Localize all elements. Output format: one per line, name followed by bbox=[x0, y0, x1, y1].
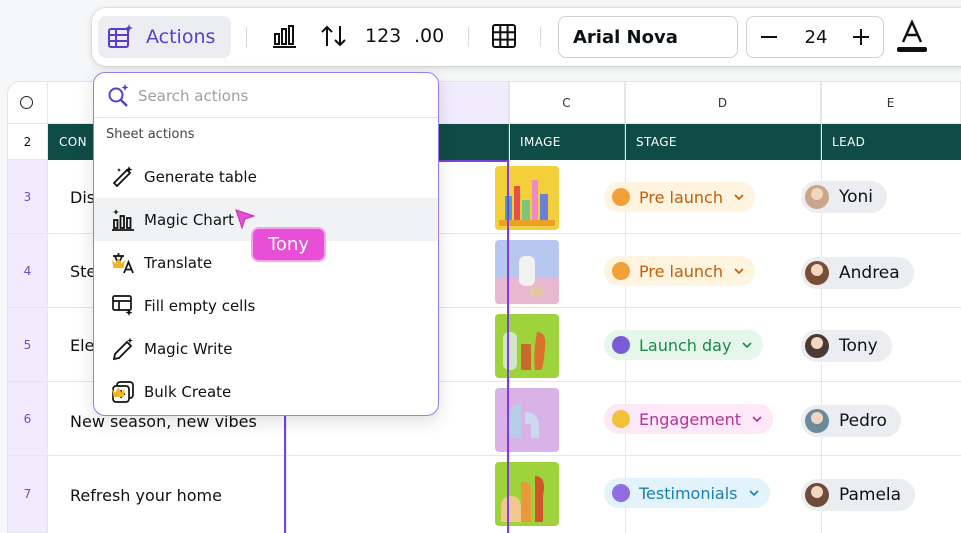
toolbar-divider bbox=[540, 27, 541, 47]
menu-item-label: Magic Chart bbox=[144, 210, 235, 229]
fill-cells-icon bbox=[111, 294, 135, 318]
magic-write-icon bbox=[111, 337, 135, 361]
row-number[interactable]: 5 bbox=[8, 308, 48, 382]
stage-label: Engagement bbox=[639, 409, 742, 429]
stage-label: Launch day bbox=[639, 335, 732, 355]
magic-search-icon bbox=[106, 83, 130, 107]
stage-label: Pre launch bbox=[639, 261, 723, 281]
collaborator-cursor-icon bbox=[234, 208, 256, 230]
column-header-e[interactable]: E bbox=[821, 82, 961, 124]
cell-title[interactable]: Refresh your home bbox=[70, 486, 222, 505]
drum-icon bbox=[612, 262, 630, 280]
sort-icon[interactable] bbox=[319, 22, 349, 50]
stage-pill[interactable]: Engagement bbox=[604, 404, 774, 434]
stage-label: Testimonials bbox=[639, 483, 738, 503]
row-number[interactable]: 4 bbox=[8, 234, 48, 308]
chevron-down-icon bbox=[741, 341, 753, 349]
menu-item-label: Magic Write bbox=[144, 339, 233, 358]
chevron-down-icon bbox=[733, 267, 745, 275]
menu-item-generate-table[interactable]: Generate table bbox=[94, 155, 438, 198]
chart-icon[interactable] bbox=[270, 22, 298, 50]
row-number[interactable]: 7 bbox=[8, 456, 48, 533]
magic-wand-icon bbox=[111, 165, 135, 189]
font-size-stepper: 24 bbox=[746, 16, 884, 58]
lead-chip[interactable]: Tony bbox=[801, 330, 892, 362]
lead-chip[interactable]: Pedro bbox=[801, 405, 901, 437]
toolbar: Actions 123 .00 Arial Nova 24 bbox=[92, 8, 961, 66]
stage-pill[interactable]: Launch day bbox=[604, 330, 764, 360]
menu-item-bulk-create[interactable]: Bulk Create bbox=[94, 370, 438, 413]
actions-label: Actions bbox=[146, 26, 216, 48]
lead-name: Tony bbox=[839, 336, 878, 356]
stage-label: Pre launch bbox=[639, 187, 723, 207]
lead-name: Yoni bbox=[839, 187, 874, 207]
stage-pill[interactable]: Pre launch bbox=[604, 182, 755, 212]
header-stage[interactable]: STAGE bbox=[625, 124, 821, 160]
lead-name: Andrea bbox=[839, 263, 900, 283]
avatar bbox=[805, 409, 829, 433]
drum-icon bbox=[612, 188, 630, 206]
select-all-corner[interactable] bbox=[8, 82, 48, 124]
cell-title[interactable]: Ele bbox=[70, 336, 94, 355]
chevron-down-icon bbox=[751, 415, 763, 423]
lightbulb-icon bbox=[612, 410, 630, 428]
column-header-c[interactable]: C bbox=[509, 82, 625, 124]
rocket-icon bbox=[612, 484, 630, 502]
row-number[interactable]: 3 bbox=[8, 160, 48, 234]
crown-icon bbox=[111, 386, 422, 398]
lead-name: Pedro bbox=[839, 411, 887, 431]
decimal-button[interactable]: .00 bbox=[414, 25, 444, 47]
avatar bbox=[805, 334, 829, 358]
grid-icon[interactable] bbox=[490, 22, 518, 50]
party-popper-icon bbox=[612, 336, 630, 354]
number-format-button[interactable]: 123 bbox=[365, 25, 401, 47]
text-color-icon[interactable] bbox=[896, 20, 928, 54]
section-title: Sheet actions bbox=[106, 127, 195, 142]
search-input[interactable] bbox=[136, 83, 420, 109]
row-number[interactable]: 2 bbox=[8, 124, 48, 160]
collaborator-name-tag: Tony bbox=[251, 227, 326, 262]
menu-item-label: Fill empty cells bbox=[144, 296, 256, 315]
stage-pill[interactable]: Testimonials bbox=[604, 478, 770, 508]
column-header-d[interactable]: D bbox=[625, 82, 821, 124]
table-sparkle-icon bbox=[106, 23, 134, 51]
chevron-down-icon bbox=[733, 193, 745, 201]
avatar bbox=[805, 483, 829, 507]
search-bar bbox=[94, 73, 438, 118]
font-family-select[interactable]: Arial Nova bbox=[558, 16, 738, 58]
avatar bbox=[805, 261, 829, 285]
toolbar-divider bbox=[468, 27, 469, 47]
row-number[interactable]: 6 bbox=[8, 382, 48, 456]
lead-chip[interactable]: Pamela bbox=[801, 479, 916, 511]
menu-item-fill-empty-cells[interactable]: Fill empty cells bbox=[94, 284, 438, 327]
plus-icon[interactable] bbox=[849, 25, 873, 49]
avatar bbox=[805, 185, 829, 209]
header-image[interactable]: IMAGE bbox=[509, 124, 625, 160]
lead-chip[interactable]: Yoni bbox=[801, 181, 888, 213]
menu-item-magic-write[interactable]: Magic Write bbox=[94, 327, 438, 370]
lead-name: Pamela bbox=[839, 485, 902, 505]
lead-chip[interactable]: Andrea bbox=[801, 257, 914, 289]
actions-button[interactable]: Actions bbox=[98, 16, 231, 58]
header-lead[interactable]: LEAD bbox=[821, 124, 961, 160]
circle-icon bbox=[20, 96, 33, 109]
toolbar-divider bbox=[246, 27, 247, 47]
menu-item-label: Generate table bbox=[144, 167, 257, 186]
chevron-down-icon bbox=[748, 489, 760, 497]
magic-chart-icon bbox=[111, 208, 135, 232]
stage-pill[interactable]: Pre launch bbox=[604, 256, 755, 286]
cell-title[interactable]: Dis bbox=[70, 188, 95, 207]
